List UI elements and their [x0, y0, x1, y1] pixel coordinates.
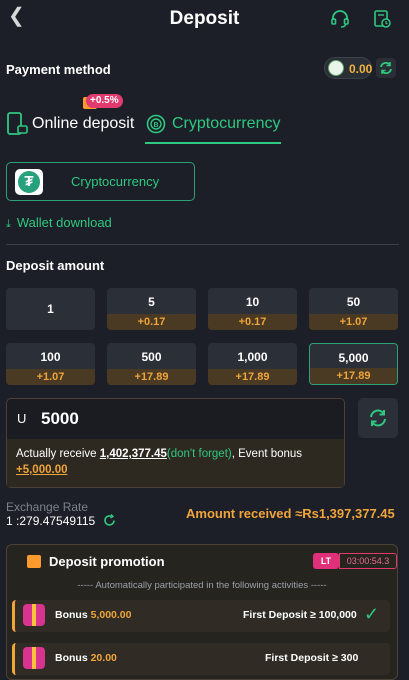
amount-option-500[interactable]: 500 +17.89 — [107, 343, 196, 385]
tab-cryptocurrency[interactable]: Cryptocurrency — [172, 115, 280, 133]
deposit-amount-field: U Actually receive 1,402,377.45(don't fo… — [6, 398, 345, 488]
deposit-amount-label: Deposit amount — [6, 258, 105, 273]
refresh-rate-icon[interactable] — [103, 514, 116, 530]
amount-option-1[interactable]: 1 — [6, 288, 95, 330]
receive-text: Actually receive 1,402,377.45(don't forg… — [16, 446, 338, 478]
amount-value: 1 — [47, 302, 54, 316]
amount-value: 1,000 — [237, 350, 268, 364]
balance-pill: 0.00 — [324, 57, 372, 79]
promotion-subtitle: ----- Automatically participated in the … — [77, 580, 327, 591]
amount-value: 5 — [148, 295, 155, 309]
deposit-promotion-panel: Deposit promotion LT 03:00:54.3 ----- Au… — [6, 544, 398, 680]
amount-option-100[interactable]: 100 +1.07 — [6, 343, 95, 385]
exchange-rate-value: 1 :279.47549115 — [6, 514, 96, 529]
wallet-download-link[interactable]: ⤓ Wallet download — [6, 215, 112, 231]
exchange-rate-row: 1 :279.47549115 — [6, 514, 116, 530]
amount-received: Amount received ≈Rs1,397,377.45 — [186, 506, 395, 521]
balance-widget: 0.00 — [324, 57, 396, 79]
active-tab-indicator — [145, 142, 281, 144]
gift-icon — [27, 555, 41, 568]
receive-summary: Actually receive 1,402,377.45(don't forg… — [7, 439, 344, 487]
amount-bonus: +17.89 — [310, 368, 397, 384]
amount-bonus: +17.89 — [208, 369, 297, 385]
amount-bonus: +0.17 — [107, 314, 196, 330]
amount-bonus: +1.07 — [6, 369, 95, 385]
amount-value: 500 — [141, 350, 162, 364]
countdown-timer: 03:00:54.3 — [339, 553, 397, 569]
amount-input[interactable] — [39, 408, 323, 430]
event-bonus-prefix: , Event bonus — [231, 448, 303, 460]
amount-option-5000[interactable]: 5,000 +17.89 — [309, 343, 398, 385]
bonus-badge: +0.5% — [86, 94, 123, 108]
refresh-balance-icon[interactable] — [376, 58, 396, 78]
receipt-icon[interactable] — [372, 9, 392, 29]
amount-option-5[interactable]: 5 +0.17 — [107, 288, 196, 330]
promotion-row: Bonus 5,000.00 First Deposit ≥ 100,000 ✓ — [12, 600, 390, 632]
crypto-option-label: Cryptocurrency — [71, 174, 160, 189]
promotion-title: Deposit promotion — [49, 554, 165, 569]
amount-option-10[interactable]: 10 +0.17 — [208, 288, 297, 330]
promotion-row: Bonus 20.00 First Deposit ≥ 300 — [12, 643, 390, 675]
pakistan-flag-icon — [328, 60, 344, 76]
phone-icon — [6, 112, 28, 141]
refresh-icon — [370, 409, 386, 427]
refresh-button[interactable] — [358, 398, 398, 438]
bonus-value: 20.00 — [90, 652, 117, 664]
divider — [6, 244, 399, 245]
amount-value: 10 — [245, 295, 260, 309]
bonus-label: Bonus — [55, 609, 91, 621]
check-icon: ✓ — [364, 604, 380, 624]
currency-symbol: U — [17, 411, 27, 426]
gift-box-icon — [23, 647, 45, 669]
promotion-condition: First Deposit ≥ 300 — [265, 652, 359, 664]
receive-hint: (don't forget) — [166, 448, 232, 460]
receive-amount: 1,402,377.45 — [99, 448, 167, 460]
crypto-option-button[interactable]: ₮ Cryptocurrency — [6, 162, 195, 201]
crypto-coin-icon: B — [146, 114, 166, 139]
amount-value: 100 — [40, 350, 61, 364]
amount-input-row: U — [7, 399, 344, 439]
amount-value: 50 — [346, 295, 361, 309]
amount-value: 5,000 — [338, 351, 369, 365]
event-bonus-amount: +5,000.00 — [16, 464, 68, 476]
amount-option-1000[interactable]: 1,000 +17.89 — [208, 343, 297, 385]
svg-text:B: B — [153, 122, 158, 129]
promotion-bonus: Bonus 20.00 — [55, 652, 117, 664]
payment-method-label: Payment method — [6, 62, 111, 77]
amount-bonus: +0.17 — [208, 314, 297, 330]
promotion-condition: First Deposit ≥ 100,000 — [243, 609, 357, 621]
limited-time-badge: LT — [313, 553, 339, 569]
gift-box-icon — [23, 604, 45, 626]
bonus-value: 5,000.00 — [90, 609, 132, 621]
exchange-rate-label: Exchange Rate — [6, 500, 89, 514]
promotion-bonus: Bonus 5,000.00 — [55, 609, 131, 621]
amount-bonus: +1.07 — [309, 314, 398, 330]
headset-icon[interactable] — [330, 9, 350, 29]
tab-online-deposit[interactable]: Online deposit — [32, 115, 134, 133]
receive-prefix: Actually receive — [16, 448, 100, 460]
download-icon: ⤓ — [6, 218, 11, 230]
top-bar: ❮ Deposit — [0, 0, 409, 40]
balance-value: 0.00 — [349, 62, 373, 76]
amount-option-50[interactable]: 50 +1.07 — [309, 288, 398, 330]
wallet-download-label: Wallet download — [16, 215, 112, 230]
bonus-label: Bonus — [55, 652, 91, 664]
amount-bonus: +17.89 — [107, 369, 196, 385]
tether-icon: ₮ — [15, 169, 43, 195]
